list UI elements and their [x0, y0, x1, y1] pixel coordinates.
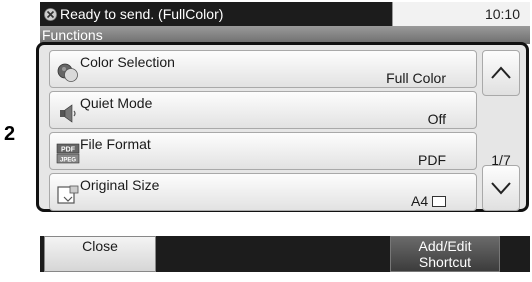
file-format-button[interactable]: PDF JPEG File Format PDF: [49, 132, 477, 170]
functions-panel: Color Selection Full Color Quiet Mode Of…: [36, 42, 529, 212]
file-format-value: PDF: [418, 152, 446, 168]
color-selection-label: Color Selection: [80, 54, 175, 70]
color-selection-value: Full Color: [386, 70, 446, 86]
section-title: Functions: [42, 27, 103, 43]
status-bar: Ready to send. (FullColor) 10:10: [40, 2, 530, 26]
bottom-bar: Close Add/Edit Shortcut: [40, 236, 530, 272]
close-button[interactable]: Close: [44, 236, 156, 272]
chevron-up-icon: [491, 66, 511, 79]
file-format-icon-text-pdf: PDF: [61, 147, 76, 154]
callout-number: 2: [4, 123, 16, 145]
close-button-label: Close: [82, 238, 118, 254]
quiet-mode-value: Off: [427, 111, 446, 127]
add-edit-shortcut-button[interactable]: Add/Edit Shortcut: [390, 236, 500, 272]
original-size-value: A4: [411, 193, 446, 209]
printer-status-icon: [44, 8, 57, 21]
file-format-label: File Format: [80, 136, 151, 152]
scroll-down-button[interactable]: [482, 165, 520, 211]
color-selection-icon: [57, 63, 78, 82]
add-edit-shortcut-label: Add/Edit Shortcut: [418, 238, 472, 270]
quiet-mode-label: Quiet Mode: [80, 95, 153, 111]
clock: 10:10: [392, 2, 530, 26]
quiet-mode-icon: [60, 104, 76, 123]
color-selection-button[interactable]: Color Selection Full Color: [49, 50, 477, 88]
status-message: Ready to send. (FullColor): [60, 6, 224, 22]
landscape-paper-icon: [432, 196, 446, 207]
original-size-button[interactable]: Original Size A4: [49, 173, 477, 211]
clock-time: 10:10: [484, 6, 520, 22]
chevron-down-icon: [491, 182, 511, 195]
file-format-icon: PDF JPEG: [56, 143, 80, 164]
scroll-up-button[interactable]: [482, 50, 520, 96]
file-format-icon-text-jpeg: JPEG: [60, 158, 76, 164]
quiet-mode-button[interactable]: Quiet Mode Off: [49, 91, 477, 129]
original-size-value-text: A4: [410, 193, 429, 209]
original-size-icon: [57, 185, 79, 204]
original-size-label: Original Size: [80, 177, 160, 193]
